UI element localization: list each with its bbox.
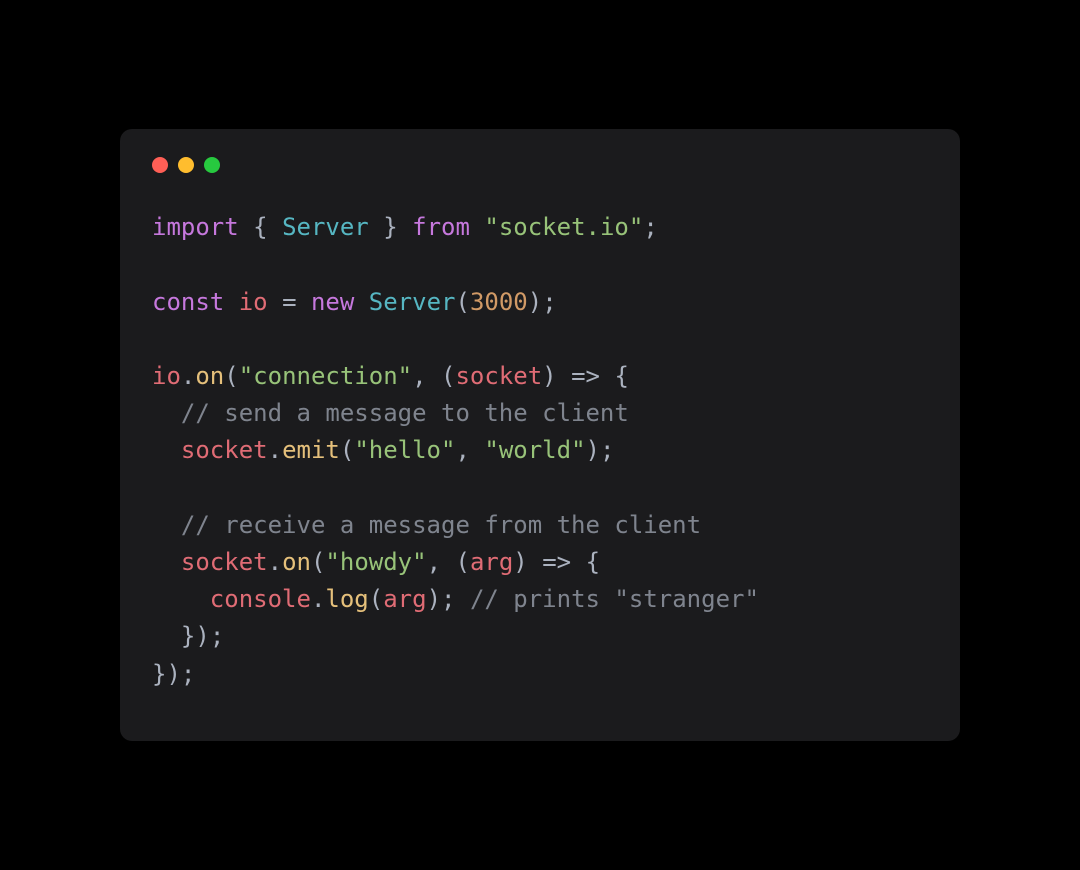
token-plain: [528, 548, 542, 576]
token-punct: ): [586, 436, 600, 464]
token-class: Server: [369, 288, 456, 316]
code-block: import { Server } from "socket.io"; cons…: [152, 209, 928, 692]
token-punct: .: [181, 362, 195, 390]
token-comment: // prints "stranger": [470, 585, 759, 613]
token-plain: [268, 288, 282, 316]
token-plain: [239, 213, 253, 241]
token-plain: [152, 399, 181, 427]
token-plain: [268, 213, 282, 241]
token-string: "connection": [239, 362, 412, 390]
token-punct: (: [311, 548, 325, 576]
token-punct: }: [181, 622, 195, 650]
token-keyword: const: [152, 288, 224, 316]
token-punct: (: [441, 362, 455, 390]
token-op: =>: [571, 362, 600, 390]
token-string: "howdy": [325, 548, 426, 576]
token-plain: [354, 288, 368, 316]
token-punct: (: [340, 436, 354, 464]
token-punct: ,: [412, 362, 426, 390]
token-punct: ): [195, 622, 209, 650]
token-punct: .: [268, 548, 282, 576]
token-plain: [152, 436, 181, 464]
token-punct: ): [528, 288, 542, 316]
token-plain: [571, 548, 585, 576]
code-content: import { Server } from "socket.io"; cons…: [152, 213, 759, 687]
token-punct: }: [152, 660, 166, 688]
token-punct: (: [455, 288, 469, 316]
token-ident: io: [239, 288, 268, 316]
token-ident: io: [152, 362, 181, 390]
token-plain: [398, 213, 412, 241]
token-punct: ;: [643, 213, 657, 241]
token-punct: ): [166, 660, 180, 688]
token-plain: [152, 511, 181, 539]
token-punct: (: [369, 585, 383, 613]
token-ident: socket: [181, 548, 268, 576]
token-punct: ;: [600, 436, 614, 464]
token-ident: arg: [383, 585, 426, 613]
token-plain: [369, 213, 383, 241]
token-func: log: [325, 585, 368, 613]
token-keyword: from: [412, 213, 470, 241]
token-plain: [152, 585, 210, 613]
token-punct: (: [224, 362, 238, 390]
titlebar: [152, 157, 928, 173]
token-ident: console: [210, 585, 311, 613]
token-keyword: import: [152, 213, 239, 241]
token-ident: socket: [181, 436, 268, 464]
token-ident: socket: [455, 362, 542, 390]
token-punct: (: [455, 548, 469, 576]
token-func: on: [282, 548, 311, 576]
token-op: =>: [542, 548, 571, 576]
token-plain: [441, 548, 455, 576]
token-plain: [427, 362, 441, 390]
token-plain: [152, 622, 181, 650]
token-func: on: [195, 362, 224, 390]
token-plain: [470, 436, 484, 464]
minimize-icon[interactable]: [178, 157, 194, 173]
token-punct: {: [586, 548, 600, 576]
token-punct: .: [268, 436, 282, 464]
token-punct: .: [311, 585, 325, 613]
token-plain: [152, 548, 181, 576]
close-icon[interactable]: [152, 157, 168, 173]
token-number: 3000: [470, 288, 528, 316]
token-func: emit: [282, 436, 340, 464]
token-plain: [470, 213, 484, 241]
token-punct: ): [427, 585, 441, 613]
token-plain: [557, 362, 571, 390]
token-punct: ;: [441, 585, 455, 613]
token-class: Server: [282, 213, 369, 241]
token-comment: // send a message to the client: [181, 399, 629, 427]
token-string: "world": [484, 436, 585, 464]
token-punct: ): [542, 362, 556, 390]
token-punct: ;: [542, 288, 556, 316]
token-plain: [600, 362, 614, 390]
token-punct: ,: [427, 548, 441, 576]
token-plain: [224, 288, 238, 316]
token-comment: // receive a message from the client: [181, 511, 701, 539]
token-plain: [455, 585, 469, 613]
token-plain: [297, 288, 311, 316]
token-punct: ;: [181, 660, 195, 688]
token-string: "socket.io": [484, 213, 643, 241]
token-punct: {: [253, 213, 267, 241]
token-punct: ,: [455, 436, 469, 464]
token-string: "hello": [354, 436, 455, 464]
token-punct: ;: [210, 622, 224, 650]
token-ident: arg: [470, 548, 513, 576]
token-op: =: [282, 288, 296, 316]
token-punct: {: [614, 362, 628, 390]
token-keyword: new: [311, 288, 354, 316]
token-punct: }: [383, 213, 397, 241]
code-window: import { Server } from "socket.io"; cons…: [120, 129, 960, 740]
maximize-icon[interactable]: [204, 157, 220, 173]
token-punct: ): [513, 548, 527, 576]
